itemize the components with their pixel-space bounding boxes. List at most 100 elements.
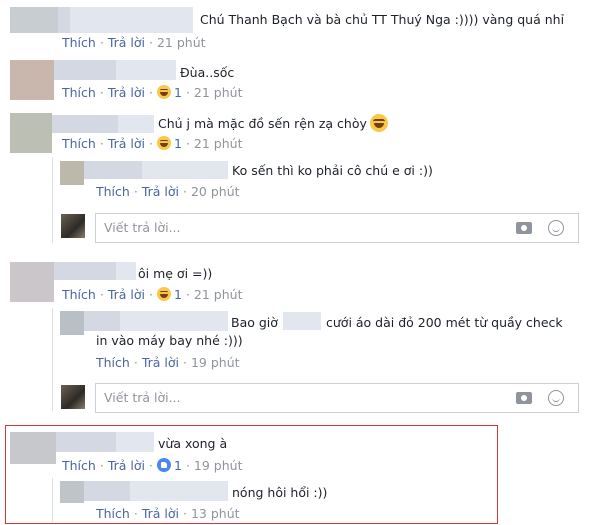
comment-text: Đùa..sốc (180, 65, 235, 80)
laugh-reaction-icon[interactable] (156, 136, 171, 150)
comment-actions: Thích · Trả lời · 1 · 21 phút (62, 287, 242, 303)
reply-link[interactable]: Trả lời (108, 136, 145, 151)
like-link[interactable]: Thích (96, 506, 130, 521)
comment-actions: Thích · Trả lời · 1 · 21 phút (62, 85, 242, 101)
comment-text: Chủ j mà mặc đồ sến rện zạ chòy (158, 114, 388, 132)
timestamp[interactable]: 13 phút (191, 506, 240, 521)
timestamp[interactable]: 21 phút (194, 136, 243, 151)
reply-input[interactable]: Viết trả lời... (95, 213, 579, 243)
commenter-name[interactable] (116, 60, 176, 80)
comment-text-body: Chủ j mà mặc đồ sến rện zạ chòy (158, 116, 367, 131)
commenter-name[interactable] (54, 60, 116, 80)
separator: · (185, 136, 190, 151)
separator: · (182, 355, 187, 370)
my-avatar (61, 385, 85, 409)
avatar[interactable] (10, 262, 54, 302)
commenter-name[interactable] (52, 115, 118, 133)
timestamp[interactable]: 19 phút (194, 458, 243, 473)
commenter-name[interactable] (142, 161, 228, 179)
like-link[interactable]: Thích (62, 136, 96, 151)
timestamp[interactable]: 21 phút (157, 35, 206, 50)
reply-input[interactable]: Viết trả lời... (95, 383, 579, 413)
laugh-emoji-icon (369, 114, 388, 132)
separator: · (182, 184, 187, 199)
separator: · (133, 506, 138, 521)
reply-text: Ko sến thì ko phải cô chú e ơi :)) (232, 163, 433, 178)
reaction-count[interactable]: 1 (174, 136, 182, 151)
commenter-name[interactable] (120, 311, 228, 331)
reply-placeholder: Viết trả lời... (104, 390, 181, 405)
separator: · (133, 355, 138, 370)
reply-text: cưới áo dài đỏ 200 mét từ quầy check (326, 315, 563, 330)
reply-placeholder: Viết trả lời... (104, 220, 181, 235)
separator: · (185, 287, 190, 302)
avatar[interactable] (60, 311, 84, 335)
comment-actions: Thích · Trả lời · 1 · 19 phút (62, 458, 242, 474)
comment-text: vừa xong à (158, 436, 228, 451)
commenter-name[interactable] (84, 481, 130, 501)
laugh-reaction-icon[interactable] (156, 85, 171, 99)
reply-link[interactable]: Trả lời (108, 458, 145, 473)
reply-link[interactable]: Trả lời (142, 184, 179, 199)
avatar[interactable] (10, 7, 58, 33)
separator: · (185, 458, 190, 473)
thread-line (52, 157, 53, 243)
commenter-name[interactable] (58, 7, 70, 33)
commenter-name[interactable] (84, 161, 142, 179)
separator: · (148, 136, 153, 151)
reply-link[interactable]: Trả lời (142, 506, 179, 521)
avatar[interactable] (10, 113, 52, 153)
reaction-count[interactable]: 1 (174, 85, 182, 100)
separator: · (148, 287, 153, 302)
commenter-name[interactable] (118, 115, 154, 133)
commenter-name[interactable] (116, 262, 136, 280)
comment-text: ôi mẹ ơi =)) (138, 266, 213, 281)
timestamp[interactable]: 20 phút (191, 184, 240, 199)
timestamp[interactable]: 19 phút (191, 355, 240, 370)
reaction-count[interactable]: 1 (174, 287, 182, 302)
avatar[interactable] (10, 432, 56, 464)
reaction-count[interactable]: 1 (174, 458, 182, 473)
comment-text: Chú Thanh Bạch và bà chủ TT Thuý Nga :))… (200, 12, 565, 27)
like-link[interactable]: Thích (96, 355, 130, 370)
separator: · (148, 458, 153, 473)
like-link[interactable]: Thích (62, 458, 96, 473)
reply-link[interactable]: Trả lời (108, 287, 145, 302)
reply-link[interactable]: Trả lời (108, 35, 145, 50)
reply-actions: Thích · Trả lời · 13 phút (96, 506, 240, 522)
avatar[interactable] (60, 161, 84, 185)
commenter-name[interactable] (70, 7, 193, 33)
like-link[interactable]: Thích (62, 35, 96, 50)
commenter-name[interactable] (130, 481, 228, 501)
smiley-icon[interactable] (548, 220, 564, 236)
commenter-name[interactable] (84, 311, 120, 331)
laugh-reaction-icon[interactable] (156, 287, 171, 301)
commenter-name[interactable] (116, 432, 154, 452)
reply-link[interactable]: Trả lời (142, 355, 179, 370)
like-link[interactable]: Thích (96, 184, 130, 199)
timestamp[interactable]: 21 phút (194, 287, 243, 302)
commenter-name[interactable] (56, 432, 116, 452)
like-reaction-icon[interactable] (156, 458, 171, 472)
reply-actions: Thích · Trả lời · 20 phút (96, 184, 240, 200)
separator: · (148, 85, 153, 100)
separator: · (148, 35, 153, 50)
comment-actions: Thích · Trả lời · 1 · 21 phút (62, 136, 242, 152)
reply-link[interactable]: Trả lời (108, 85, 145, 100)
camera-icon[interactable] (516, 222, 532, 234)
avatar[interactable] (10, 60, 54, 100)
separator: · (133, 184, 138, 199)
thread-line (52, 308, 53, 411)
avatar[interactable] (60, 481, 84, 503)
like-link[interactable]: Thích (62, 287, 96, 302)
timestamp[interactable]: 21 phút (194, 85, 243, 100)
commenter-name[interactable] (54, 262, 116, 280)
mentioned-name[interactable] (283, 312, 321, 330)
reply-text: in vào máy bay nhé :))) (96, 333, 243, 348)
thread-line (52, 478, 53, 522)
separator: · (182, 506, 187, 521)
smiley-icon[interactable] (548, 390, 564, 406)
like-link[interactable]: Thích (62, 85, 96, 100)
reply-text: Bao giờ (231, 315, 278, 330)
camera-icon[interactable] (516, 392, 532, 404)
